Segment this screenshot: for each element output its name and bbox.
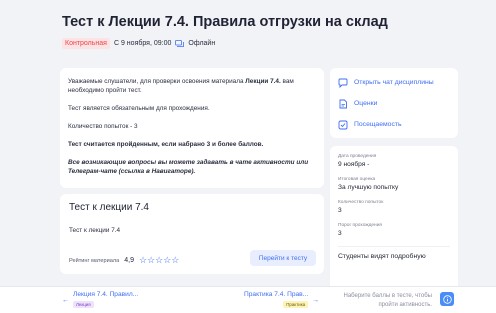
instructions-attempts: Количество попыток - 3 bbox=[68, 123, 138, 130]
material-rating: Рейтинг материала 4,9 ☆☆☆☆☆ bbox=[69, 256, 179, 265]
offline-icon bbox=[175, 40, 185, 47]
students-see-label: Студенты видят подробную bbox=[338, 253, 426, 260]
instructions-mandatory: Тест является обязательным для прохожден… bbox=[68, 105, 210, 112]
grades-label: Оценки bbox=[354, 100, 378, 107]
completion-hint: Наберите баллы в тесте, чтобы пройти акт… bbox=[343, 293, 432, 308]
attempts-value: 3 bbox=[338, 207, 342, 214]
instructions-card: Уважаемые слушатели, для проверки освоен… bbox=[60, 68, 324, 188]
activity-footer: ← Лекция 7.4. Правил... Лекция Практика … bbox=[0, 286, 496, 313]
attempts-label: Количество попыток bbox=[338, 200, 384, 205]
arrow-left-icon: ← bbox=[62, 297, 69, 304]
open-chat-label: Открыть чат дисциплины bbox=[354, 79, 434, 86]
attendance-link[interactable]: Посещаемость bbox=[338, 114, 450, 135]
final-grade-label: Итоговая оценка bbox=[338, 177, 376, 182]
threshold-label: Порог прохождения bbox=[338, 223, 382, 228]
final-grade-item: Итоговая оценка За лучшую попытку bbox=[338, 177, 450, 191]
test-card-subtitle: Тест к лекции 7.4 bbox=[69, 227, 121, 234]
activity-datetime: С 9 ноября, 09:00 bbox=[113, 40, 172, 47]
info-icon bbox=[442, 294, 452, 304]
page-header: Тест к Лекции 7.4. Правила отгрузки на с… bbox=[0, 0, 496, 58]
grades-icon bbox=[339, 99, 347, 108]
test-info-card: Дата проведения 9 ноября - Итоговая оцен… bbox=[330, 146, 458, 296]
attendance-label: Посещаемость bbox=[354, 121, 402, 128]
instructions-intro: Уважаемые слушатели, для проверки освоен… bbox=[68, 78, 294, 94]
next-activity-link[interactable]: Практика 7.4. Прав... Практика → bbox=[244, 291, 319, 308]
date-value: 9 ноября - bbox=[338, 161, 370, 168]
rating-value: 4,9 bbox=[124, 257, 134, 264]
chat-icon bbox=[338, 78, 348, 88]
control-badge: Контрольная bbox=[62, 38, 110, 49]
instructions-questions: Все возникающие вопросы вы можете задава… bbox=[68, 159, 309, 175]
instructions-pass-condition: Тест считается пройденным, если набрано … bbox=[68, 141, 264, 148]
checkbox-icon bbox=[338, 120, 348, 129]
rating-label: Рейтинг материала bbox=[69, 257, 120, 264]
info-button[interactable] bbox=[440, 292, 454, 306]
activity-meta: Контрольная С 9 ноября, 09:00 Офлайн bbox=[62, 38, 215, 49]
lecture-tag: Лекция bbox=[73, 301, 94, 308]
test-card: Тест к лекции 7.4 Тест к лекции 7.4 Рейт… bbox=[60, 194, 324, 274]
open-chat-link[interactable]: Открыть чат дисциплины bbox=[338, 72, 450, 93]
rating-stars[interactable]: ☆☆☆☆☆ bbox=[139, 256, 179, 265]
practice-tag: Практика bbox=[283, 301, 309, 308]
quick-links-card: Открыть чат дисциплины Оценки Посещаемос… bbox=[330, 68, 458, 138]
info-divider bbox=[338, 246, 450, 247]
page-title: Тест к Лекции 7.4. Правила отгрузки на с… bbox=[62, 14, 388, 30]
previous-activity-link[interactable]: ← Лекция 7.4. Правил... Лекция bbox=[62, 291, 138, 308]
previous-activity-title: Лекция 7.4. Правил... bbox=[73, 291, 139, 298]
test-card-title: Тест к лекции 7.4 bbox=[69, 202, 149, 213]
grades-link[interactable]: Оценки bbox=[338, 93, 450, 114]
date-item: Дата проведения 9 ноября - bbox=[338, 154, 450, 168]
go-to-test-button[interactable]: Перейти к тесту bbox=[250, 250, 316, 266]
threshold-item: Порог прохождения 3 bbox=[338, 223, 450, 237]
date-label: Дата проведения bbox=[338, 154, 377, 159]
attempts-item: Количество попыток 3 bbox=[338, 200, 450, 214]
activity-format: Офлайн bbox=[188, 40, 216, 47]
arrow-right-icon: → bbox=[312, 297, 320, 304]
next-activity-title: Практика 7.4. Прав... bbox=[244, 291, 309, 298]
final-grade-value: За лучшую попытку bbox=[338, 184, 399, 191]
threshold-value: 3 bbox=[338, 230, 342, 237]
